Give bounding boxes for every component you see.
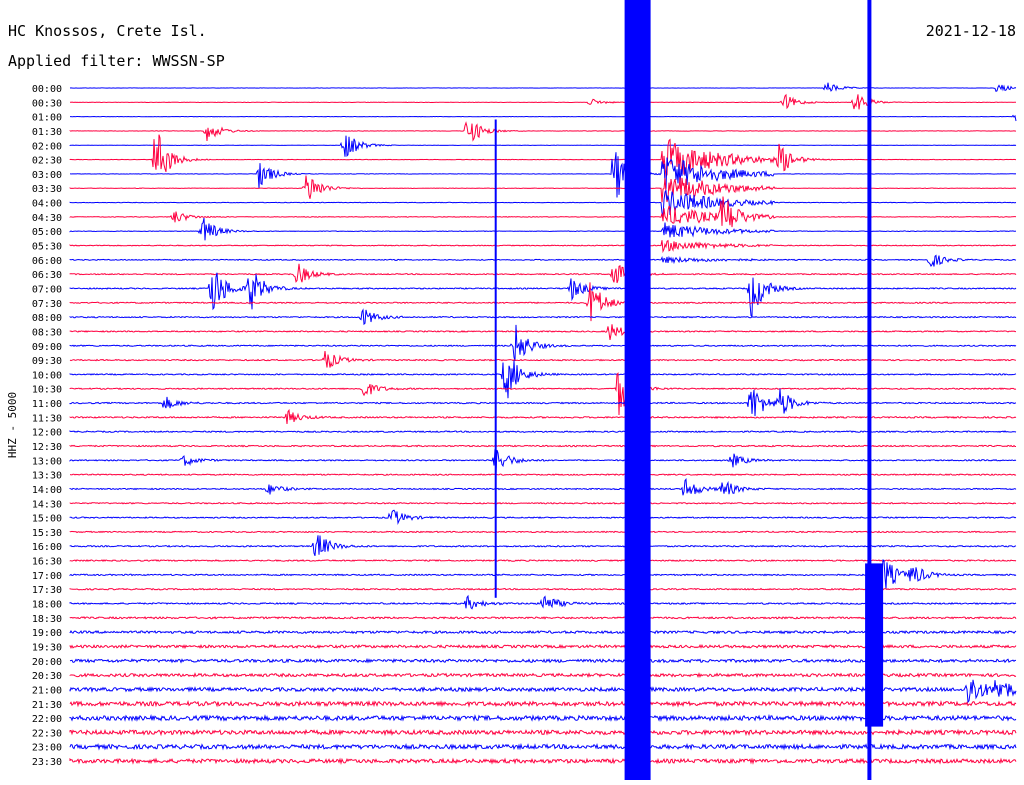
time-label: 06:30 xyxy=(32,270,62,281)
trace-line xyxy=(70,152,1017,198)
time-label: 20:00 xyxy=(32,657,62,668)
time-label: 08:00 xyxy=(32,313,62,324)
time-label: 03:30 xyxy=(32,184,62,195)
time-label: 18:30 xyxy=(32,614,62,625)
time-label: 21:00 xyxy=(32,685,62,696)
trace-line xyxy=(69,360,1017,399)
time-label: 02:00 xyxy=(32,141,62,152)
trace-line xyxy=(69,272,1017,318)
time-label: 07:00 xyxy=(32,285,62,296)
time-label: 02:30 xyxy=(32,156,62,167)
trace-group xyxy=(69,0,1017,780)
trace-line xyxy=(69,350,1017,368)
time-label: 23:00 xyxy=(32,743,62,754)
time-label: 21:30 xyxy=(32,700,62,711)
time-label: 05:00 xyxy=(32,227,62,238)
time-label: 22:00 xyxy=(32,714,62,725)
time-label: 15:00 xyxy=(32,514,62,525)
trace-line xyxy=(69,449,1017,475)
channel-axis-label: HHZ - 5000 xyxy=(6,392,19,458)
trace-line xyxy=(69,254,1017,267)
time-label: 12:00 xyxy=(32,428,62,439)
time-label: 19:00 xyxy=(32,628,62,639)
time-label: 17:00 xyxy=(32,571,62,582)
time-label: 19:30 xyxy=(32,643,62,654)
trace-line xyxy=(69,742,1017,751)
time-label: 00:30 xyxy=(32,98,62,109)
trace-line xyxy=(69,324,1016,340)
time-label: 10:30 xyxy=(32,385,62,396)
filter-label: Applied filter: WWSSN-SP xyxy=(8,52,225,70)
time-label: 16:30 xyxy=(32,557,62,568)
trace-line xyxy=(69,473,1017,476)
trace-line xyxy=(69,430,1017,434)
time-label: 10:00 xyxy=(32,370,62,381)
trace-line xyxy=(69,196,1017,228)
trace-line xyxy=(69,189,1017,217)
time-label: 13:00 xyxy=(32,456,62,467)
time-label: 09:00 xyxy=(32,342,62,353)
time-label: 23:30 xyxy=(32,757,62,768)
time-label: 17:30 xyxy=(32,585,62,596)
station-title: HC Knossos, Crete Isl. xyxy=(8,22,207,40)
time-label: 01:30 xyxy=(32,127,62,138)
time-label: 05:30 xyxy=(32,242,62,253)
trace-line xyxy=(69,559,1017,563)
trace-line xyxy=(69,121,1017,142)
trace-line xyxy=(69,135,1017,157)
time-label-group: 00:00 00:30 01:00 01:30 02:00 02:30 03:00 03:30… xyxy=(32,84,62,768)
trace-line xyxy=(69,82,1017,92)
trace-line xyxy=(69,535,1017,556)
time-label: 11:00 xyxy=(32,399,62,410)
time-label: 12:30 xyxy=(32,442,62,453)
time-label: 20:30 xyxy=(32,671,62,682)
trace-line xyxy=(69,134,1017,179)
trace-line xyxy=(69,372,1017,416)
saturated-signal xyxy=(624,0,651,780)
seismogram-page: HC Knossos, Crete Isl. 2021-12-18 Applie… xyxy=(0,0,1024,780)
trace-line xyxy=(69,217,1017,241)
trace-line xyxy=(69,477,1017,496)
time-label: 14:00 xyxy=(32,485,62,496)
trace-line xyxy=(69,444,1016,448)
trace-line xyxy=(69,408,1017,424)
time-label: 04:30 xyxy=(32,213,62,224)
time-label: 07:30 xyxy=(32,299,62,310)
trace-line xyxy=(69,175,1017,203)
trace-line xyxy=(69,509,1017,525)
time-label: 03:00 xyxy=(32,170,62,181)
time-label: 04:00 xyxy=(32,199,62,210)
time-label: 01:00 xyxy=(32,113,62,124)
record-date: 2021-12-18 xyxy=(926,22,1016,40)
time-label: 16:00 xyxy=(32,542,62,553)
trace-line xyxy=(69,728,1017,737)
time-label: 08:30 xyxy=(32,327,62,338)
trace-line xyxy=(69,388,1017,417)
time-label: 15:30 xyxy=(32,528,62,539)
time-label: 18:00 xyxy=(32,600,62,611)
trace-line xyxy=(69,308,1017,326)
time-label: 06:00 xyxy=(32,256,62,267)
trace-line xyxy=(69,501,1017,505)
time-label: 00:00 xyxy=(32,84,62,95)
helicorder-chart: HC Knossos, Crete Isl. 2021-12-18 Applie… xyxy=(6,0,1017,780)
time-label: 22:30 xyxy=(32,728,62,739)
time-label: 14:30 xyxy=(32,499,62,510)
trace-line xyxy=(69,93,1016,110)
trace-line xyxy=(69,530,1017,534)
trace-line xyxy=(69,324,1017,362)
time-label: 11:30 xyxy=(32,413,62,424)
time-label: 09:30 xyxy=(32,356,62,367)
trace-line xyxy=(70,114,1017,122)
time-label: 13:30 xyxy=(32,471,62,482)
trace-line xyxy=(69,757,1017,765)
saturated-signal xyxy=(865,563,884,727)
trace-line xyxy=(69,239,1017,254)
saturated-signal xyxy=(494,119,497,598)
